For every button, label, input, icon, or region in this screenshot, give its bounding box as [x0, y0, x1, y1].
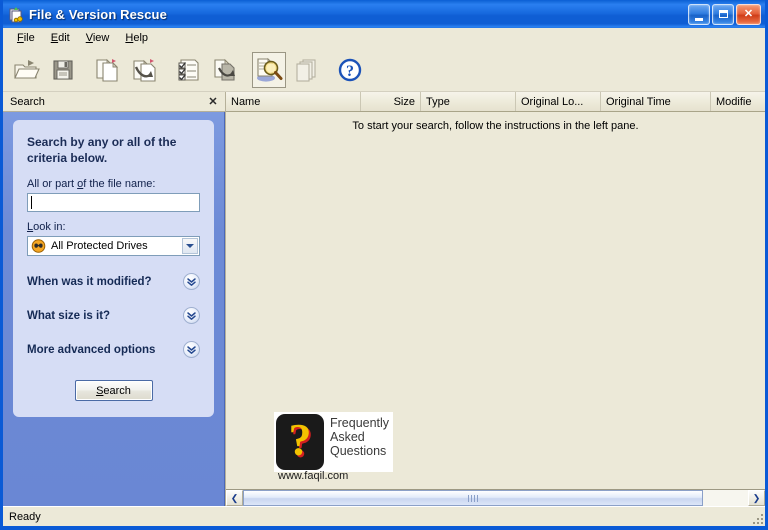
window-title: File & Version Rescue [29, 6, 167, 22]
search-files-icon[interactable] [252, 51, 286, 88]
look-in-value: All Protected Drives [51, 240, 148, 252]
scroll-right-arrow-icon[interactable]: ❯ [748, 490, 765, 506]
save-floppy-icon[interactable] [46, 52, 80, 88]
results-column-header: Name Size Type Original Lo... Original T… [226, 92, 765, 112]
title-bar: File & Version Rescue ✕ [3, 0, 765, 28]
column-header-original-time[interactable]: Original Time [601, 92, 711, 111]
text-caret [31, 196, 32, 209]
search-pane: Search ✕ Search by any or all of the cri… [3, 92, 225, 506]
menu-bar: File Edit View Help [3, 28, 765, 48]
menu-view[interactable]: View [78, 30, 118, 47]
section-when-modified-label: When was it modified? [27, 275, 152, 288]
empty-state-message: To start your search, follow the instruc… [352, 120, 639, 132]
menu-edit[interactable]: Edit [43, 30, 78, 47]
faq-url: www.faqil.com [278, 470, 349, 482]
section-when-modified[interactable]: When was it modified? [27, 273, 200, 290]
close-icon[interactable]: ✕ [205, 94, 221, 109]
file-name-label: All or part of the file name: [27, 178, 156, 190]
faq-line-2: Asked [330, 430, 365, 444]
section-advanced-options[interactable]: More advanced options [27, 341, 200, 358]
toolbar: ? [3, 48, 765, 92]
minimize-button[interactable] [688, 3, 710, 25]
window-controls: ✕ [688, 3, 763, 25]
copy-files-icon[interactable] [90, 52, 124, 88]
menu-file[interactable]: File [9, 30, 43, 47]
resize-grip-icon[interactable] [751, 512, 763, 524]
open-folder-icon[interactable] [9, 52, 43, 88]
column-header-name[interactable]: Name [226, 92, 361, 111]
main-content: Search ✕ Search by any or all of the cri… [3, 92, 765, 506]
faq-line-1: Frequently [330, 416, 390, 430]
search-pane-title: Search [10, 95, 45, 108]
look-in-dropdown[interactable]: All Protected Drives [27, 236, 200, 256]
section-advanced-options-label: More advanced options [27, 343, 156, 356]
faq-watermark: ? Frequently Asked Questions www.faqil.c… [274, 412, 394, 482]
search-button[interactable]: Search [74, 380, 153, 401]
search-pane-header: Search ✕ [3, 92, 225, 112]
backup-files-icon[interactable] [208, 52, 242, 88]
search-pane-body: Search by any or all of the criteria bel… [3, 112, 225, 506]
help-icon[interactable]: ? [333, 52, 367, 88]
menu-help[interactable]: Help [117, 30, 156, 47]
chevron-down-icon[interactable] [182, 238, 198, 254]
application-window: File & Version Rescue ✕ File Edit View H… [0, 0, 768, 530]
section-what-size[interactable]: What size is it? [27, 307, 200, 324]
scrollbar-thumb[interactable] [243, 490, 703, 506]
faq-line-3: Questions [330, 444, 387, 458]
versions-icon[interactable] [289, 52, 323, 88]
search-criteria-card: Search by any or all of the criteria bel… [13, 120, 214, 417]
protected-drives-icon [31, 239, 46, 253]
section-what-size-label: What size is it? [27, 309, 111, 322]
chevron-double-down-icon[interactable] [183, 273, 200, 290]
column-header-original-location[interactable]: Original Lo... [516, 92, 601, 111]
results-list[interactable]: To start your search, follow the instruc… [226, 112, 765, 489]
checklist-icon[interactable] [171, 52, 205, 88]
faq-glyph: ? [288, 414, 312, 465]
close-button[interactable]: ✕ [736, 3, 761, 25]
scrollbar-track[interactable] [243, 490, 748, 506]
restore-files-icon[interactable] [127, 52, 161, 88]
scrollbar-grip-icon [467, 494, 478, 502]
column-header-size[interactable]: Size [361, 92, 421, 111]
status-bar: Ready [3, 506, 765, 526]
svg-text:?: ? [346, 63, 354, 80]
horizontal-scrollbar[interactable]: ❮ ❯ [226, 489, 765, 506]
results-pane: Name Size Type Original Lo... Original T… [225, 92, 765, 506]
column-header-type[interactable]: Type [421, 92, 516, 111]
look-in-label: Look in: [27, 221, 66, 233]
chevron-double-down-icon[interactable] [183, 307, 200, 324]
maximize-button[interactable] [712, 3, 734, 25]
column-header-modified[interactable]: Modifie [711, 92, 765, 111]
close-icon: ✕ [743, 7, 754, 20]
search-card-heading: Search by any or all of the criteria bel… [27, 135, 177, 165]
chevron-double-down-icon[interactable] [183, 341, 200, 358]
status-message: Ready [9, 510, 41, 523]
app-files-icon [7, 5, 25, 23]
faq-question-mark-icon: ? [276, 414, 324, 470]
faq-text: Frequently Asked Questions [330, 414, 389, 458]
scroll-left-arrow-icon[interactable]: ❮ [226, 490, 243, 506]
file-name-input[interactable] [27, 193, 200, 212]
